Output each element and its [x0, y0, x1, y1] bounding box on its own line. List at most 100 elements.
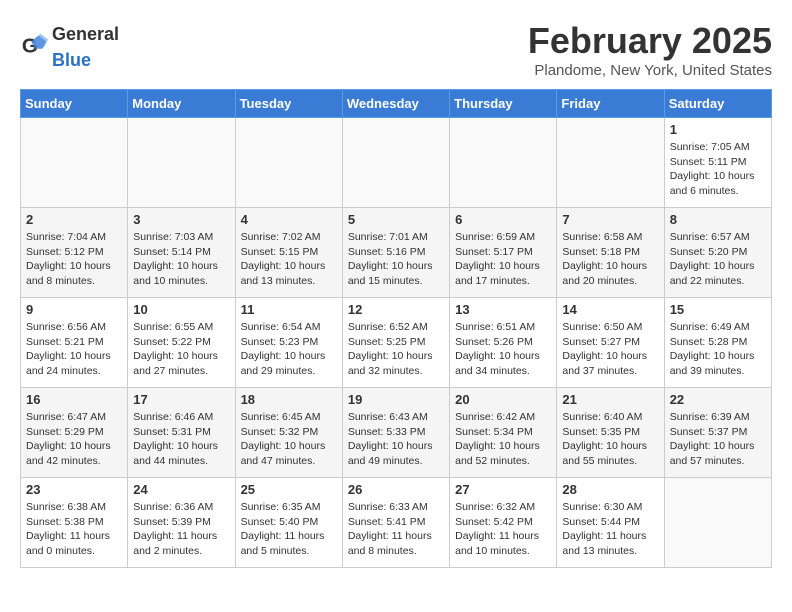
day-number: 1 [670, 122, 766, 137]
cell-daylight-info: Sunrise: 7:02 AM Sunset: 5:15 PM Dayligh… [241, 230, 337, 289]
day-number: 8 [670, 212, 766, 227]
logo-icon: G [20, 32, 48, 60]
calendar-week-row: 16 Sunrise: 6:47 AM Sunset: 5:29 PM Dayli… [21, 388, 772, 478]
day-number: 11 [241, 302, 337, 317]
calendar-cell: 12 Sunrise: 6:52 AM Sunset: 5:25 PM Dayli… [342, 298, 449, 388]
calendar-cell: 27 Sunrise: 6:32 AM Sunset: 5:42 PM Dayli… [450, 478, 557, 568]
calendar-cell [128, 118, 235, 208]
calendar-week-row: 9 Sunrise: 6:56 AM Sunset: 5:21 PM Daylig… [21, 298, 772, 388]
cell-daylight-info: Sunrise: 6:30 AM Sunset: 5:44 PM Dayligh… [562, 500, 658, 559]
day-number: 2 [26, 212, 122, 227]
cell-daylight-info: Sunrise: 6:56 AM Sunset: 5:21 PM Dayligh… [26, 320, 122, 379]
calendar-cell: 16 Sunrise: 6:47 AM Sunset: 5:29 PM Dayli… [21, 388, 128, 478]
day-number: 7 [562, 212, 658, 227]
cell-daylight-info: Sunrise: 6:36 AM Sunset: 5:39 PM Dayligh… [133, 500, 229, 559]
cell-daylight-info: Sunrise: 6:43 AM Sunset: 5:33 PM Dayligh… [348, 410, 444, 469]
cell-daylight-info: Sunrise: 6:59 AM Sunset: 5:17 PM Dayligh… [455, 230, 551, 289]
cell-daylight-info: Sunrise: 6:33 AM Sunset: 5:41 PM Dayligh… [348, 500, 444, 559]
calendar-cell: 23Sunrise: 6:38 AM Sunset: 5:38 PM Dayli… [21, 478, 128, 568]
day-number: 23 [26, 482, 122, 497]
page-header: G General Blue February 2025 Plandome, N… [20, 20, 772, 79]
calendar-week-row: 23Sunrise: 6:38 AM Sunset: 5:38 PM Dayli… [21, 478, 772, 568]
calendar-cell: 22 Sunrise: 6:39 AM Sunset: 5:37 PM Dayli… [664, 388, 771, 478]
calendar-cell [342, 118, 449, 208]
cell-daylight-info: Sunrise: 6:40 AM Sunset: 5:35 PM Dayligh… [562, 410, 658, 469]
day-number: 4 [241, 212, 337, 227]
day-number: 6 [455, 212, 551, 227]
day-number: 17 [133, 392, 229, 407]
column-header-monday: Monday [128, 90, 235, 118]
day-number: 12 [348, 302, 444, 317]
day-number: 16 [26, 392, 122, 407]
day-number: 28 [562, 482, 658, 497]
logo-blue-text: Blue [52, 50, 91, 70]
calendar-cell: 21Sunrise: 6:40 AM Sunset: 5:35 PM Dayli… [557, 388, 664, 478]
day-number: 24 [133, 482, 229, 497]
calendar-cell [235, 118, 342, 208]
calendar-cell: 5 Sunrise: 7:01 AM Sunset: 5:16 PM Daylig… [342, 208, 449, 298]
cell-daylight-info: Sunrise: 7:03 AM Sunset: 5:14 PM Dayligh… [133, 230, 229, 289]
calendar-cell: 3 Sunrise: 7:03 AM Sunset: 5:14 PM Daylig… [128, 208, 235, 298]
calendar-cell: 26 Sunrise: 6:33 AM Sunset: 5:41 PM Dayli… [342, 478, 449, 568]
cell-daylight-info: Sunrise: 6:42 AM Sunset: 5:34 PM Dayligh… [455, 410, 551, 469]
cell-daylight-info: Sunrise: 6:57 AM Sunset: 5:20 PM Dayligh… [670, 230, 766, 289]
cell-daylight-info: Sunrise: 6:50 AM Sunset: 5:27 PM Dayligh… [562, 320, 658, 379]
day-number: 9 [26, 302, 122, 317]
day-number: 5 [348, 212, 444, 227]
calendar-header-row: SundayMondayTuesdayWednesdayThursdayFrid… [21, 90, 772, 118]
calendar-cell: 20 Sunrise: 6:42 AM Sunset: 5:34 PM Dayli… [450, 388, 557, 478]
cell-daylight-info: Sunrise: 7:01 AM Sunset: 5:16 PM Dayligh… [348, 230, 444, 289]
day-number: 13 [455, 302, 551, 317]
cell-daylight-info: Sunrise: 6:46 AM Sunset: 5:31 PM Dayligh… [133, 410, 229, 469]
day-number: 14 [562, 302, 658, 317]
title-block: February 2025 Plandome, New York, United… [528, 20, 772, 79]
calendar-cell: 17 Sunrise: 6:46 AM Sunset: 5:31 PM Dayli… [128, 388, 235, 478]
cell-daylight-info: Sunrise: 6:49 AM Sunset: 5:28 PM Dayligh… [670, 320, 766, 379]
day-number: 22 [670, 392, 766, 407]
calendar-cell [557, 118, 664, 208]
calendar-cell: 24 Sunrise: 6:36 AM Sunset: 5:39 PM Dayli… [128, 478, 235, 568]
calendar-cell: 13 Sunrise: 6:51 AM Sunset: 5:26 PM Dayli… [450, 298, 557, 388]
day-number: 25 [241, 482, 337, 497]
calendar-cell: 10 Sunrise: 6:55 AM Sunset: 5:22 PM Dayli… [128, 298, 235, 388]
day-number: 15 [670, 302, 766, 317]
calendar-cell: 15 Sunrise: 6:49 AM Sunset: 5:28 PM Dayli… [664, 298, 771, 388]
day-number: 20 [455, 392, 551, 407]
month-title: February 2025 [528, 20, 772, 62]
calendar-cell: 25 Sunrise: 6:35 AM Sunset: 5:40 PM Dayli… [235, 478, 342, 568]
column-header-friday: Friday [557, 90, 664, 118]
cell-daylight-info: Sunrise: 6:54 AM Sunset: 5:23 PM Dayligh… [241, 320, 337, 379]
calendar-cell: 1Sunrise: 7:05 AM Sunset: 5:11 PM Daylig… [664, 118, 771, 208]
cell-daylight-info: Sunrise: 6:58 AM Sunset: 5:18 PM Dayligh… [562, 230, 658, 289]
calendar-cell: 6 Sunrise: 6:59 AM Sunset: 5:17 PM Daylig… [450, 208, 557, 298]
calendar-cell: 28 Sunrise: 6:30 AM Sunset: 5:44 PM Dayli… [557, 478, 664, 568]
calendar-cell: 14 Sunrise: 6:50 AM Sunset: 5:27 PM Dayli… [557, 298, 664, 388]
calendar-table: SundayMondayTuesdayWednesdayThursdayFrid… [20, 89, 772, 568]
calendar-cell: 19 Sunrise: 6:43 AM Sunset: 5:33 PM Dayli… [342, 388, 449, 478]
location-text: Plandome, New York, United States [528, 62, 772, 79]
calendar-cell [664, 478, 771, 568]
cell-daylight-info: Sunrise: 6:51 AM Sunset: 5:26 PM Dayligh… [455, 320, 551, 379]
calendar-cell: 4 Sunrise: 7:02 AM Sunset: 5:15 PM Daylig… [235, 208, 342, 298]
cell-daylight-info: Sunrise: 6:52 AM Sunset: 5:25 PM Dayligh… [348, 320, 444, 379]
column-header-wednesday: Wednesday [342, 90, 449, 118]
cell-daylight-info: Sunrise: 6:39 AM Sunset: 5:37 PM Dayligh… [670, 410, 766, 469]
day-number: 19 [348, 392, 444, 407]
cell-daylight-info: Sunrise: 6:55 AM Sunset: 5:22 PM Dayligh… [133, 320, 229, 379]
cell-daylight-info: Sunrise: 6:47 AM Sunset: 5:29 PM Dayligh… [26, 410, 122, 469]
calendar-cell [450, 118, 557, 208]
cell-daylight-info: Sunrise: 6:35 AM Sunset: 5:40 PM Dayligh… [241, 500, 337, 559]
calendar-cell: 11 Sunrise: 6:54 AM Sunset: 5:23 PM Dayli… [235, 298, 342, 388]
day-number: 27 [455, 482, 551, 497]
calendar-cell: 2Sunrise: 7:04 AM Sunset: 5:12 PM Daylig… [21, 208, 128, 298]
calendar-week-row: 1Sunrise: 7:05 AM Sunset: 5:11 PM Daylig… [21, 118, 772, 208]
calendar-cell [21, 118, 128, 208]
day-number: 26 [348, 482, 444, 497]
calendar-cell: 8 Sunrise: 6:57 AM Sunset: 5:20 PM Daylig… [664, 208, 771, 298]
day-number: 3 [133, 212, 229, 227]
column-header-saturday: Saturday [664, 90, 771, 118]
calendar-week-row: 2Sunrise: 7:04 AM Sunset: 5:12 PM Daylig… [21, 208, 772, 298]
day-number: 10 [133, 302, 229, 317]
cell-daylight-info: Sunrise: 6:32 AM Sunset: 5:42 PM Dayligh… [455, 500, 551, 559]
column-header-tuesday: Tuesday [235, 90, 342, 118]
